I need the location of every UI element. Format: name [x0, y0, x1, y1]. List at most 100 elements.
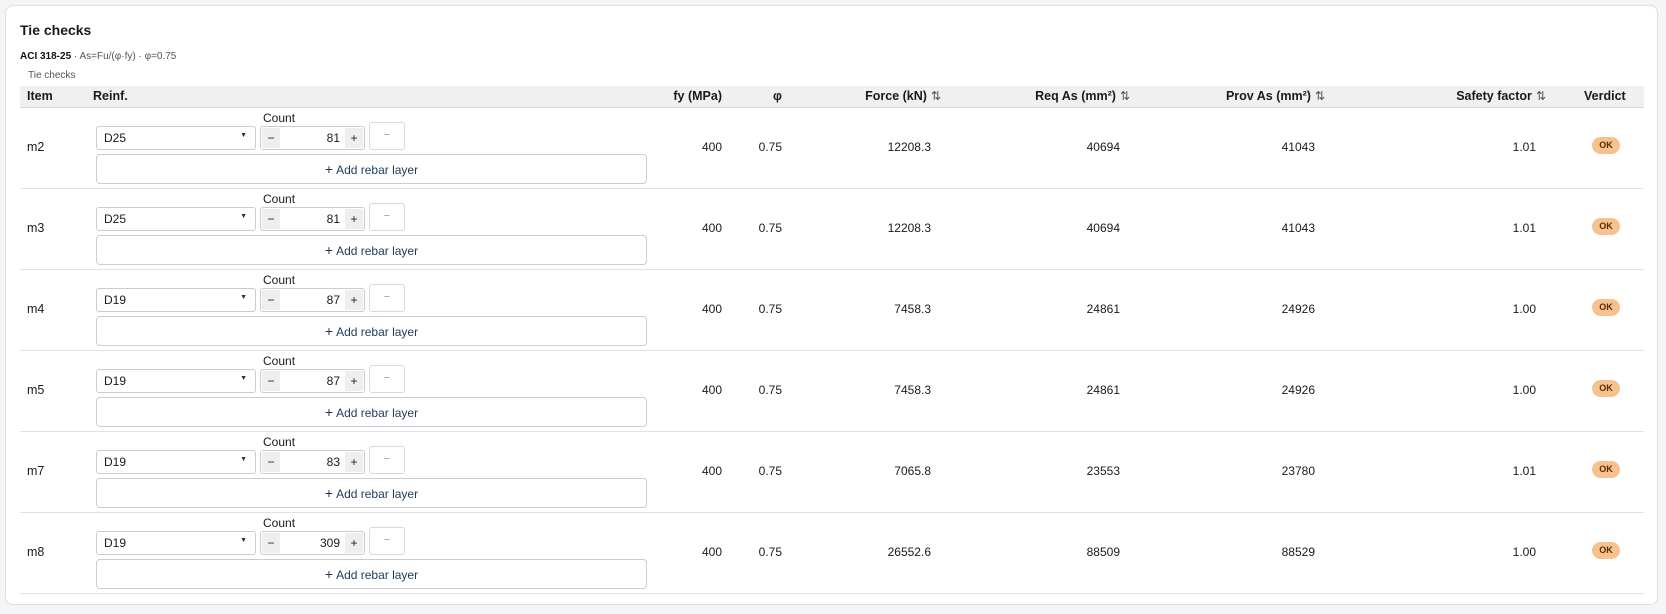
sort-icon[interactable]: ⇅: [931, 89, 941, 103]
remove-layer-button[interactable]: −: [369, 284, 405, 312]
increment-button[interactable]: +: [345, 452, 363, 472]
bar-size-value: D19: [104, 455, 127, 469]
col-prov-as[interactable]: Prov As (mm²) ⇅: [1226, 89, 1325, 103]
verdict-badge: OK: [1592, 380, 1620, 397]
plus-icon: +: [324, 161, 334, 177]
count-label: Count: [263, 354, 296, 368]
add-rebar-layer-button[interactable]: + Add rebar layer: [96, 397, 647, 427]
safety-factor-value: 1.00: [1512, 302, 1536, 316]
prov-as-value: 41043: [1281, 221, 1315, 235]
count-value[interactable]: 81: [327, 131, 340, 145]
item-id: m8: [27, 545, 45, 559]
decrement-button[interactable]: −: [262, 209, 280, 229]
bar-size-select[interactable]: D25 ▼: [96, 207, 256, 231]
safety-factor-value: 1.00: [1512, 545, 1536, 559]
prov-as-value: 24926: [1281, 383, 1315, 397]
count-value[interactable]: 87: [327, 293, 340, 307]
count-stepper[interactable]: − 81 +: [260, 126, 365, 150]
increment-button[interactable]: +: [345, 128, 363, 148]
count-stepper[interactable]: − 87 +: [260, 288, 365, 312]
count-stepper[interactable]: − 309 +: [260, 531, 365, 555]
bar-size-select[interactable]: D19 ▼: [96, 450, 256, 474]
decrement-button[interactable]: −: [262, 533, 280, 553]
fy-value: 400: [701, 221, 722, 235]
bar-size-select[interactable]: D25 ▼: [96, 126, 256, 150]
add-rebar-layer-button[interactable]: + Add rebar layer: [96, 478, 647, 508]
col-force-label: Force (kN): [865, 89, 927, 103]
safety-factor-value: 1.01: [1512, 221, 1536, 235]
sort-icon[interactable]: ⇅: [1536, 89, 1546, 103]
decrement-button[interactable]: −: [262, 290, 280, 310]
count-stepper[interactable]: − 87 +: [260, 369, 365, 393]
req-as-value: 23553: [1086, 464, 1120, 478]
force-value: 12208.3: [887, 140, 931, 154]
bar-size-value: D25: [104, 131, 127, 145]
safety-factor-value: 1.00: [1512, 383, 1536, 397]
add-rebar-layer-button[interactable]: + Add rebar layer: [96, 154, 647, 184]
col-safety-factor[interactable]: Safety factor ⇅: [1456, 89, 1546, 103]
remove-layer-button[interactable]: −: [369, 365, 405, 393]
add-layer-label: Add rebar layer: [336, 568, 419, 582]
plus-icon: +: [324, 485, 334, 501]
count-stepper[interactable]: − 83 +: [260, 450, 365, 474]
bar-size-value: D19: [104, 293, 127, 307]
remove-layer-button[interactable]: −: [369, 446, 405, 474]
add-layer-label: Add rebar layer: [336, 325, 419, 339]
req-as-value: 24861: [1086, 302, 1120, 316]
count-stepper[interactable]: − 81 +: [260, 207, 365, 231]
plus-icon: +: [324, 404, 334, 420]
bar-size-value: D19: [104, 374, 127, 388]
caret-down-icon: ▼: [240, 132, 247, 139]
col-req-as[interactable]: Req As (mm²) ⇅: [1035, 89, 1130, 103]
panel-subtitle: ACI 318-25 · As=Fu/(φ·fy) · φ=0.75: [20, 51, 176, 62]
count-value[interactable]: 83: [327, 455, 340, 469]
add-rebar-layer-button[interactable]: + Add rebar layer: [96, 235, 647, 265]
req-as-value: 40694: [1086, 140, 1120, 154]
fy-value: 400: [701, 302, 722, 316]
panel-title: Tie checks: [20, 22, 92, 38]
sort-icon[interactable]: ⇅: [1315, 89, 1325, 103]
bar-size-select[interactable]: D19 ▼: [96, 288, 256, 312]
increment-button[interactable]: +: [345, 371, 363, 391]
remove-layer-button[interactable]: −: [369, 527, 405, 555]
phi-value: 0.75: [758, 545, 782, 559]
add-rebar-layer-button[interactable]: + Add rebar layer: [96, 559, 647, 589]
phi-value: 0.75: [758, 302, 782, 316]
caret-down-icon: ▼: [240, 537, 247, 544]
remove-layer-button[interactable]: −: [369, 122, 405, 150]
caret-down-icon: ▼: [240, 213, 247, 220]
decrement-button[interactable]: −: [262, 452, 280, 472]
bar-size-select[interactable]: D19 ▼: [96, 369, 256, 393]
design-code: ACI 318-25: [20, 51, 72, 62]
count-label: Count: [263, 111, 296, 125]
verdict-badge: OK: [1592, 461, 1620, 478]
tie-checks-table: Item Reinf. fy (MPa) φ Force (kN) ⇅ Req A…: [20, 86, 1644, 594]
col-force[interactable]: Force (kN) ⇅: [865, 89, 941, 103]
verdict-badge: OK: [1592, 137, 1620, 154]
add-rebar-layer-button[interactable]: + Add rebar layer: [96, 316, 647, 346]
table-row: m4 Count D19 ▼ − 87 + − + Add rebar layer…: [20, 270, 1644, 351]
item-id: m7: [27, 464, 45, 478]
bar-size-select[interactable]: D19 ▼: [96, 531, 256, 555]
count-label: Count: [263, 435, 296, 449]
table-row: m3 Count D25 ▼ − 81 + − + Add rebar layer…: [20, 189, 1644, 270]
phi-value: 0.75: [758, 140, 782, 154]
remove-layer-button[interactable]: −: [369, 203, 405, 231]
verdict-badge: OK: [1592, 299, 1620, 316]
increment-button[interactable]: +: [345, 533, 363, 553]
increment-button[interactable]: +: [345, 209, 363, 229]
count-value[interactable]: 309: [320, 536, 340, 550]
decrement-button[interactable]: −: [262, 128, 280, 148]
item-id: m2: [27, 140, 45, 154]
increment-button[interactable]: +: [345, 290, 363, 310]
col-phi: φ: [773, 89, 782, 103]
decrement-button[interactable]: −: [262, 371, 280, 391]
count-value[interactable]: 81: [327, 212, 340, 226]
add-layer-label: Add rebar layer: [336, 163, 419, 177]
sort-icon[interactable]: ⇅: [1120, 89, 1130, 103]
force-value: 7065.8: [894, 464, 931, 478]
col-req-as-label: Req As (mm²): [1035, 89, 1116, 103]
table-row: m5 Count D19 ▼ − 87 + − + Add rebar layer…: [20, 351, 1644, 432]
count-value[interactable]: 87: [327, 374, 340, 388]
phi-value: 0.75: [758, 464, 782, 478]
